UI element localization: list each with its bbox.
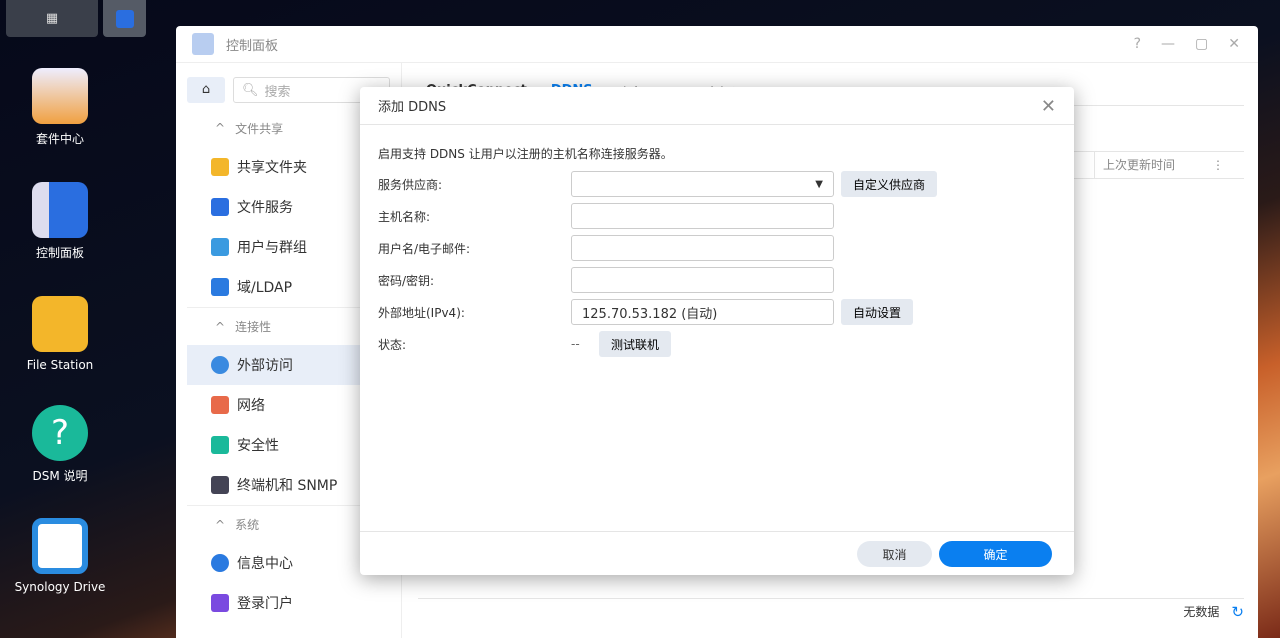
column-menu-icon[interactable]: ⋮ <box>1212 151 1230 179</box>
label: 安全性 <box>237 438 279 454</box>
username-label: 用户名/电子邮件: <box>378 241 471 256</box>
drive-icon <box>32 518 88 574</box>
label: 套件中心 <box>35 132 84 146</box>
home-button[interactable]: ⌂ <box>187 77 225 103</box>
chevron-up-icon: ^ <box>215 517 226 532</box>
desktop-package-center[interactable]: 套件中心 <box>10 68 110 147</box>
control-panel-icon <box>115 9 134 28</box>
chevron-up-icon: ^ <box>215 121 226 135</box>
maximize-button[interactable]: ▢ <box>1195 36 1208 52</box>
network-icon <box>211 396 229 414</box>
desktop-control-panel[interactable]: 控制面板 <box>10 182 110 261</box>
username-input[interactable] <box>571 235 834 261</box>
folder-icon <box>211 158 229 176</box>
label: DSM 说明 <box>32 469 88 483</box>
label: 网络 <box>237 398 265 414</box>
minimize-button[interactable]: — <box>1161 36 1175 52</box>
status-label: 状态: <box>378 337 407 352</box>
terminal-icon <box>211 476 229 494</box>
password-label: 密码/密钥: <box>378 273 435 288</box>
desktop-synology-drive[interactable]: Synology Drive <box>10 518 110 594</box>
dialog-title: 添加 DDNS <box>378 100 447 115</box>
external-address-value: 125.70.53.182 (自动) <box>582 306 718 322</box>
cancel-button[interactable]: 取消 <box>857 541 932 567</box>
grid-icon: ▦ <box>45 11 59 26</box>
password-input[interactable] <box>571 267 834 293</box>
chevron-up-icon: ^ <box>215 319 226 334</box>
section-title: 文件共享 <box>235 121 284 136</box>
auto-setup-button[interactable]: 自动设置 <box>841 299 914 325</box>
section-title: 连接性 <box>235 320 272 334</box>
label: 外部访问 <box>237 358 293 374</box>
column-header-last-update[interactable]: 上次更新时间 ⋮ <box>1094 151 1230 179</box>
main-menu-button[interactable]: ▦ <box>6 0 98 37</box>
label: 信息中心 <box>237 556 293 572</box>
provider-select[interactable]: ▼ <box>571 171 834 197</box>
home-icon: ⌂ <box>201 82 211 97</box>
users-icon <box>211 238 229 256</box>
shield-icon <box>211 436 229 454</box>
folder-icon <box>32 296 88 352</box>
custom-provider-button[interactable]: 自定义供应商 <box>841 171 938 197</box>
label: 登录门户 <box>237 596 293 612</box>
external-address-input[interactable]: 125.70.53.182 (自动) <box>571 299 834 325</box>
label: 上次更新时间 <box>1103 158 1176 172</box>
hostname-input[interactable] <box>571 203 834 229</box>
close-button[interactable]: ✕ <box>1228 36 1240 52</box>
taskbar-control-panel[interactable] <box>103 0 146 37</box>
chevron-down-icon: ▼ <box>815 178 823 190</box>
help-icon: ? <box>32 405 88 461</box>
file-services-icon <box>211 198 229 216</box>
label: 控制面板 <box>35 246 84 260</box>
dialog-description: 启用支持 DDNS 让用户以注册的主机名称连接服务器。 <box>378 147 673 161</box>
label: 终端机和 SNMP <box>237 478 338 494</box>
refresh-icon[interactable]: ↻ <box>1231 603 1244 621</box>
info-icon <box>211 554 229 572</box>
label: 文件服务 <box>237 200 293 216</box>
label: 域/LDAP <box>237 280 293 296</box>
login-portal-icon <box>211 594 229 612</box>
status-value: -- <box>571 337 580 351</box>
no-data-text: 无数据 <box>1183 605 1220 619</box>
ok-button[interactable]: 确定 <box>939 541 1052 567</box>
search-icon: 🔍︎ <box>242 82 259 98</box>
external-access-icon <box>211 356 229 374</box>
search-placeholder: 搜索 <box>264 84 291 100</box>
desktop-file-station[interactable]: File Station <box>10 296 110 372</box>
window-title: 控制面板 <box>226 38 279 54</box>
sidebar-item-login-portal[interactable]: 登录门户 <box>187 583 401 623</box>
help-button[interactable]: ? <box>1134 36 1141 52</box>
provider-label: 服务供应商: <box>378 177 443 192</box>
add-ddns-dialog: 添加 DDNS ✕ 启用支持 DDNS 让用户以注册的主机名称连接服务器。 服务… <box>360 87 1074 575</box>
control-panel-icon <box>192 33 214 55</box>
label: File Station <box>26 358 94 372</box>
label: 共享文件夹 <box>237 160 307 176</box>
label: Synology Drive <box>14 580 106 594</box>
control-panel-icon <box>32 182 88 238</box>
section-title: 系统 <box>235 518 260 532</box>
label: 用户与群组 <box>237 240 307 256</box>
ldap-icon <box>211 278 229 296</box>
window-titlebar: 控制面板 <box>176 26 1258 63</box>
test-connection-button[interactable]: 测试联机 <box>599 331 672 357</box>
hostname-label: 主机名称: <box>378 209 431 224</box>
package-center-icon <box>32 68 88 124</box>
desktop-dsm-help[interactable]: ? DSM 说明 <box>10 405 110 484</box>
external-address-label: 外部地址(IPv4): <box>378 305 465 320</box>
close-icon[interactable]: ✕ <box>1041 96 1056 117</box>
